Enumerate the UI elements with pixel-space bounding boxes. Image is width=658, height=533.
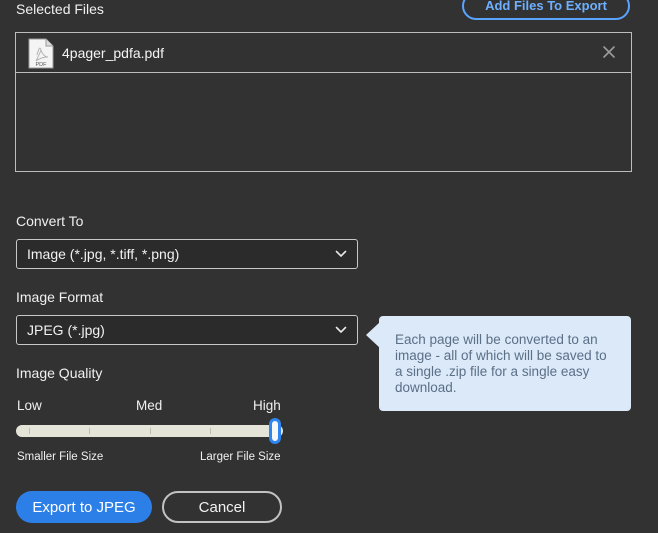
chevron-down-icon [335, 326, 347, 333]
file-list-item[interactable]: PDF 4pager_pdfa.pdf [16, 33, 631, 73]
file-name: 4pager_pdfa.pdf [62, 45, 164, 61]
image-format-selected-value: JPEG (*.jpg) [27, 322, 105, 338]
convert-to-select[interactable]: Image (*.jpg, *.tiff, *.png) [16, 239, 358, 269]
quality-high-label: High [253, 398, 281, 413]
export-button[interactable]: Export to JPEG [16, 491, 152, 523]
selected-files-label: Selected Files [16, 1, 104, 17]
info-tooltip: Each page will be converted to an image … [379, 316, 631, 411]
slider-tick [89, 428, 90, 434]
slider-tick [150, 428, 151, 434]
image-quality-slider[interactable] [16, 418, 283, 444]
slider-thumb[interactable] [269, 418, 281, 444]
quality-low-label: Low [17, 398, 42, 413]
cancel-button[interactable]: Cancel [162, 491, 282, 523]
add-files-to-export-button[interactable]: Add Files To Export [462, 0, 630, 20]
larger-file-size-label: Larger File Size [200, 451, 281, 463]
tooltip-arrow [366, 322, 380, 348]
chevron-down-icon [335, 250, 347, 257]
convert-to-selected-value: Image (*.jpg, *.tiff, *.png) [27, 246, 180, 262]
slider-tick [29, 428, 30, 434]
smaller-file-size-label: Smaller File Size [17, 451, 104, 463]
pdf-file-icon: PDF [28, 38, 54, 69]
pdf-icon-text: PDF [36, 62, 48, 68]
convert-to-label: Convert To [16, 213, 84, 229]
quality-med-label: Med [136, 398, 163, 413]
selected-files-list: PDF 4pager_pdfa.pdf [15, 32, 632, 172]
slider-tick [210, 428, 211, 434]
image-format-label: Image Format [16, 289, 104, 305]
close-icon[interactable] [601, 44, 617, 60]
image-format-select[interactable]: JPEG (*.jpg) [16, 315, 358, 345]
image-quality-label: Image Quality [16, 365, 103, 381]
